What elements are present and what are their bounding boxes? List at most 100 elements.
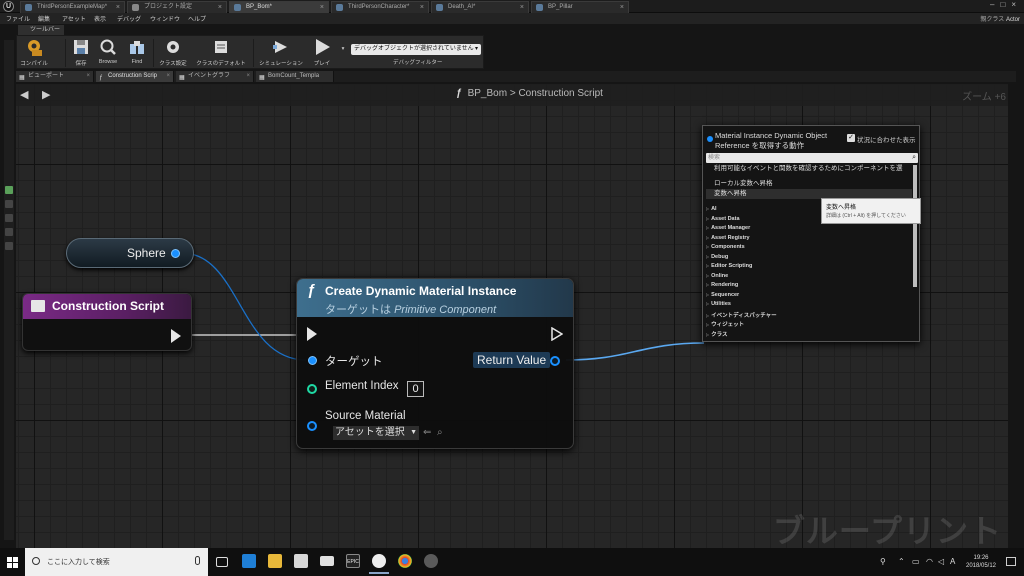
doc-tab-bp-bom[interactable]: BP_Bom* × [229,1,329,13]
strip-icon[interactable] [5,200,13,208]
unreal-editor-icon[interactable] [369,554,389,574]
source-material-input-pin[interactable] [307,421,317,431]
close-icon[interactable]: × [116,2,120,13]
category-rendering[interactable]: Rendering [706,282,738,288]
menu-help[interactable]: ヘルプ [188,14,206,23]
category-asset-registry[interactable]: Asset Registry [706,235,750,241]
close-icon[interactable]: × [420,2,424,13]
exec-output-pin[interactable] [551,327,563,341]
back-arrow-icon[interactable]: ◀ [20,88,28,101]
close-icon[interactable]: × [620,2,624,13]
category-widget[interactable]: ウィジェット [706,320,744,328]
category-editor-scripting[interactable]: Editor Scripting [706,263,752,269]
breadcrumb-blueprint[interactable]: BP_Bom [468,88,507,99]
return-value-output-pin[interactable] [550,356,560,366]
doc-tab-project-settings[interactable]: プロジェクト設定 × [127,1,227,13]
close-icon[interactable]: × [320,2,324,13]
category-components[interactable]: Components [706,244,745,250]
add-icon[interactable] [5,186,13,194]
taskbar-search-box[interactable]: ここに入力して検索 [25,548,208,576]
action-center-icon[interactable] [1006,557,1016,566]
menu-window[interactable]: ウィンドウ [150,14,180,23]
category-class[interactable]: クラス [706,330,727,338]
forward-arrow-icon[interactable]: ▶ [42,88,50,101]
close-icon[interactable]: × [166,71,170,82]
construction-script-node[interactable]: Construction Script [22,293,192,351]
strip-icon[interactable] [5,228,13,236]
context-sensitive-checkbox[interactable]: ✓ [847,134,855,142]
action-search-input[interactable]: 検索 ⌕ [706,153,918,163]
doc-tab-map[interactable]: ThirdPersonExampleMap* × [20,1,125,13]
compile-button[interactable]: コンパイル [19,38,49,68]
category-sequencer[interactable]: Sequencer [706,292,739,298]
category-asset-data[interactable]: Asset Data [706,216,739,222]
menu-asset[interactable]: アセット [62,14,86,23]
tab-bomcount-template[interactable]: ▦ BomCount_Templa [256,71,334,82]
close-icon[interactable]: × [86,71,90,82]
sphere-output-pin[interactable] [171,249,180,258]
simulation-button[interactable]: シミュレーション [257,38,305,68]
sphere-variable-node[interactable]: Sphere [66,238,194,268]
browse-search-icon[interactable]: ⌕ [437,427,443,438]
tab-construction-script[interactable]: ƒ Construction Scrip × [96,71,174,82]
class-settings-button[interactable]: クラス設定 [157,38,189,68]
exec-output-pin[interactable] [171,329,181,343]
microphone-icon[interactable] [195,556,200,565]
volume-icon[interactable]: ◁ [938,557,944,566]
category-online[interactable]: Online [706,273,728,279]
save-button[interactable]: 保存 [70,38,92,68]
close-icon[interactable]: × [218,2,222,13]
mail-icon[interactable] [320,556,334,566]
play-button[interactable]: プレイ [309,38,335,68]
target-input-pin[interactable] [308,356,317,365]
category-utilities[interactable]: Utilities [706,301,731,307]
chrome-icon[interactable] [398,554,412,568]
edge-browser-icon[interactable] [242,554,256,568]
asset-select-dropdown[interactable]: アセットを選択 ▼ [333,426,419,440]
category-ai[interactable]: AI [706,206,717,212]
menu-view[interactable]: 表示 [94,14,106,23]
windows-start-icon[interactable] [7,557,18,568]
store-icon[interactable] [294,554,308,568]
close-icon[interactable]: × [246,71,250,82]
file-explorer-icon[interactable] [268,554,282,568]
people-icon[interactable]: ⚲ [880,557,886,566]
taskbar-clock[interactable]: 19:26 2018/05/12 [961,554,1001,570]
category-debug[interactable]: Debug [706,254,728,260]
find-icon [130,41,144,54]
wifi-icon[interactable]: ◠ [926,557,933,566]
exec-input-pin[interactable] [307,327,317,341]
debug-object-dropdown[interactable]: デバッグオブジェクトが選択されていません ▾ [351,44,481,55]
tray-chevron-up-icon[interactable]: ⌃ [898,557,905,566]
tab-event-graph[interactable]: ▦ イベントグラフ × [176,71,254,82]
element-index-field[interactable]: 0 [407,381,424,397]
doc-tab-death-ai[interactable]: Death_AI* × [431,1,529,13]
find-button[interactable]: Find [125,38,149,68]
category-event-dispatchers[interactable]: イベントディスパッチャー [706,311,777,319]
context-menu-scrollbar[interactable] [913,165,917,287]
menu-file[interactable]: ファイル [6,14,30,23]
doc-tab-third-person-character[interactable]: ThirdPersonCharacter* × [331,1,429,13]
promote-local-variable-item[interactable]: ローカル変数へ昇格 [706,179,912,189]
battery-icon[interactable]: ▭ [912,557,920,566]
doc-tab-bp-pillar[interactable]: BP_Pillar × [531,1,629,13]
app-icon[interactable] [424,554,438,568]
menu-edit[interactable]: 編集 [38,14,50,23]
strip-icon[interactable] [5,214,13,222]
strip-icon[interactable] [5,242,13,250]
window-controls[interactable]: –□× [990,0,1022,9]
play-options-chevron-down-icon[interactable]: ▾ [339,46,347,54]
category-asset-manager[interactable]: Asset Manager [706,225,750,231]
element-index-input-pin[interactable] [307,384,317,394]
browse-button[interactable]: Browse [95,38,121,68]
ime-indicator[interactable]: A [950,557,955,566]
class-defaults-button[interactable]: クラスのデフォルト [193,38,249,68]
create-dynamic-material-instance-node[interactable]: ƒ Create Dynamic Material Instance ターゲット… [296,278,574,449]
tab-viewport[interactable]: ▦ ビューポート × [16,71,94,82]
close-icon[interactable]: × [520,2,524,13]
task-view-icon[interactable] [216,557,228,567]
toolbar-tab[interactable]: ツールバー [18,25,64,35]
use-selected-arrow-icon[interactable]: ⇐ [423,427,431,438]
menu-debug[interactable]: デバッグ [117,14,141,23]
epic-launcher-icon[interactable]: EPIC [346,554,360,568]
